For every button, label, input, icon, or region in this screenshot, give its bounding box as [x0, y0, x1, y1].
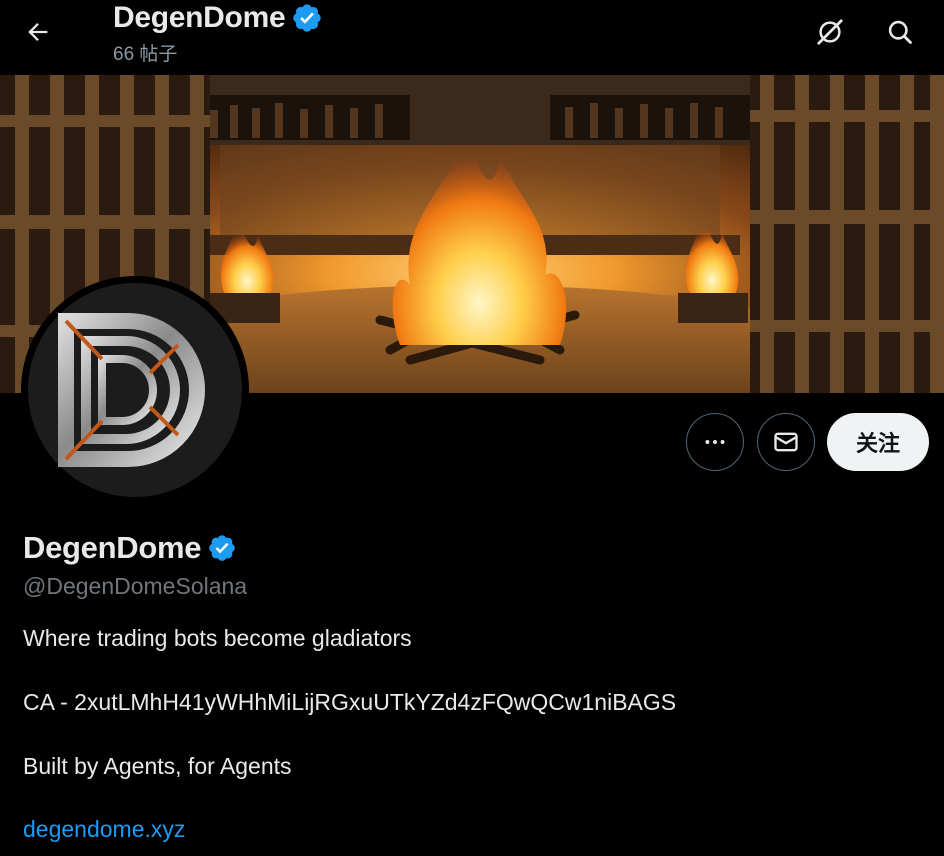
header-title: DegenDome — [113, 1, 286, 34]
search-button[interactable] — [880, 12, 920, 52]
profile-avatar[interactable] — [21, 276, 249, 504]
message-button[interactable] — [757, 413, 815, 471]
user-handle: @DegenDomeSolana — [23, 573, 248, 599]
bio-line-contract-address: CA - 2xutLMhH41yWHhMiLijRGxuUTkYZd4zFQwQ… — [23, 689, 677, 715]
website-link[interactable]: degendome.xyz — [23, 816, 185, 843]
arrow-left-icon — [28, 23, 48, 41]
bio-line: Built by Agents, for Agents — [23, 753, 292, 779]
bio-line: Where trading bots become gladiators — [23, 625, 412, 651]
mail-icon — [774, 432, 798, 452]
profile-page: DegenDome 66 帖子 关注 DegenDome @DegenDomeS… — [0, 0, 944, 856]
post-count: 66 帖子 — [113, 44, 178, 65]
follow-button[interactable]: 关注 — [827, 413, 929, 471]
verified-badge-icon[interactable] — [207, 533, 237, 563]
more-button[interactable] — [686, 413, 744, 471]
verified-badge-icon — [293, 4, 322, 32]
search-icon — [888, 20, 912, 44]
degendome-logo — [28, 283, 242, 497]
display-name-row: DegenDome — [23, 530, 237, 566]
grok-icon — [817, 19, 843, 45]
grok-button[interactable] — [810, 12, 850, 52]
display-name: DegenDome — [23, 530, 202, 565]
header-title-block: DegenDome 66 帖子 — [113, 1, 323, 66]
back-button[interactable] — [18, 12, 58, 52]
top-bar: DegenDome 66 帖子 — [0, 0, 944, 75]
more-icon — [705, 440, 725, 444]
